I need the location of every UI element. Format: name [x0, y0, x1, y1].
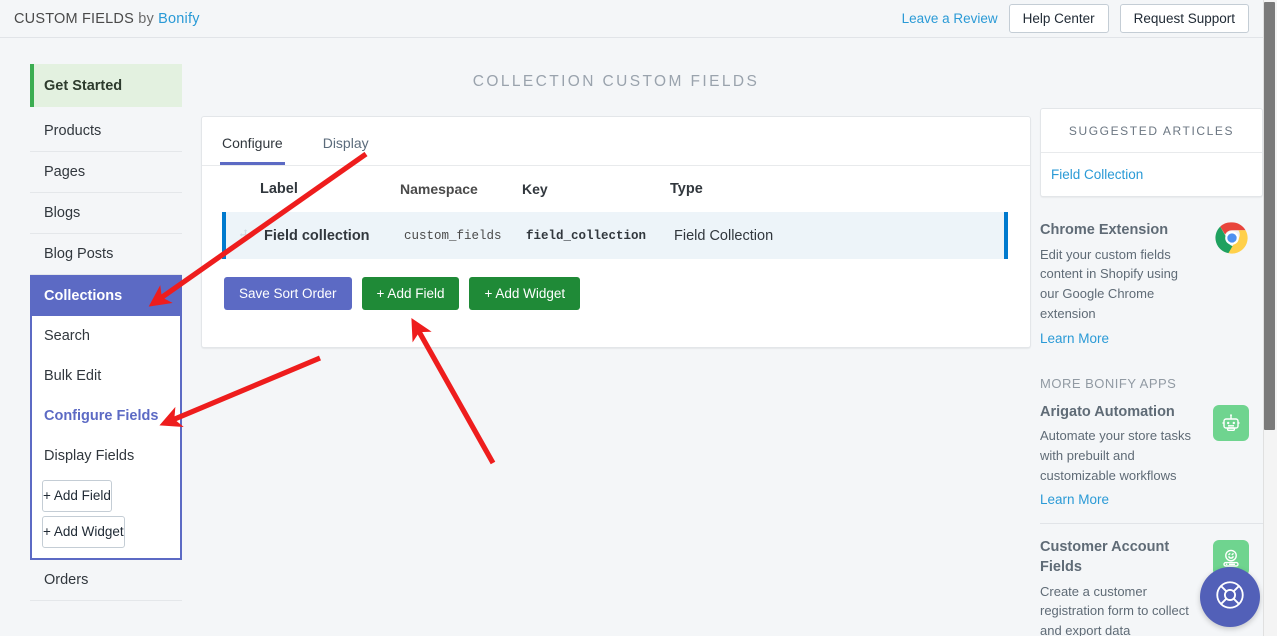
- add-field-button[interactable]: + Add Field: [361, 277, 460, 310]
- cell-namespace: custom_fields: [404, 228, 502, 243]
- sidebar-subitem-label: Display Fields: [44, 448, 135, 464]
- help-support-button[interactable]: [1200, 567, 1260, 627]
- sidebar-item-label: Blog Posts: [44, 246, 114, 262]
- sidebar-item-get-started[interactable]: Get Started: [30, 64, 182, 107]
- arigato-promo-description: Automate your store tasks with prebuilt …: [1040, 428, 1192, 483]
- fields-card: Configure Display Label Namespace Key Ty…: [201, 116, 1031, 348]
- fields-table: Label Namespace Key Type Field collectio…: [202, 166, 1030, 310]
- suggested-article-link[interactable]: Field Collection: [1041, 153, 1262, 196]
- rail-divider: [1040, 523, 1263, 525]
- sidebar-item-label: Get Started: [44, 77, 123, 94]
- chrome-promo-description: Edit your custom fields content in Shopi…: [1040, 246, 1179, 321]
- sidebar-add-field-button[interactable]: + Add Field: [42, 480, 112, 512]
- column-header-key: Key: [522, 181, 548, 197]
- drag-handle-icon[interactable]: [226, 228, 264, 243]
- request-support-button[interactable]: Request Support: [1119, 4, 1249, 33]
- arigato-automation-promo: Arigato Automation Automate your store t…: [1040, 403, 1263, 525]
- card-tabs: Configure Display: [202, 117, 1030, 166]
- top-bar: CUSTOM FIELDS by Bonify Leave a Review H…: [0, 0, 1263, 38]
- tab-configure[interactable]: Configure: [220, 129, 285, 165]
- collections-submenu: Search Bulk Edit Configure Fields Displa…: [30, 316, 182, 560]
- brand-link[interactable]: Bonify: [158, 11, 200, 27]
- sidebar-subitem-display-fields[interactable]: Display Fields: [32, 436, 180, 476]
- add-widget-button[interactable]: + Add Widget: [469, 277, 581, 310]
- table-header-row: Label Namespace Key Type: [202, 166, 1030, 212]
- arigato-learn-more-link[interactable]: Learn More: [1040, 492, 1109, 507]
- sidebar-subitem-label: Bulk Edit: [44, 368, 102, 384]
- vertical-scrollbar-thumb[interactable]: [1264, 2, 1275, 430]
- life-ring-icon: [1213, 578, 1247, 617]
- sidebar-subitem-label: Search: [44, 328, 90, 344]
- save-sort-order-button[interactable]: Save Sort Order: [224, 277, 352, 310]
- sidebar-subitem-search[interactable]: Search: [32, 316, 180, 356]
- table-actions: Save Sort Order + Add Field + Add Widget: [202, 259, 1030, 310]
- sidebar-subitem-label: Configure Fields: [44, 408, 159, 424]
- page-title: COLLECTION CUSTOM FIELDS: [472, 73, 760, 90]
- sidebar-item-orders[interactable]: Orders: [30, 560, 182, 601]
- sidebar-item-label: Products: [44, 123, 102, 139]
- sidebar-item-label: Blogs: [44, 205, 81, 221]
- leave-a-review-link[interactable]: Leave a Review: [902, 11, 998, 26]
- chrome-learn-more-link[interactable]: Learn More: [1040, 331, 1109, 346]
- sidebar-item-label: Orders: [44, 572, 89, 588]
- help-center-button[interactable]: Help Center: [1008, 4, 1109, 33]
- chrome-icon: [1215, 221, 1249, 255]
- app-name: CUSTOM FIELDS: [14, 10, 134, 27]
- suggested-articles-heading: SUGGESTED ARTICLES: [1041, 109, 1262, 153]
- arigato-promo-title: Arigato Automation: [1040, 403, 1175, 420]
- column-header-label: Label: [260, 181, 298, 197]
- brand-title: CUSTOM FIELDS by Bonify: [14, 11, 200, 27]
- robot-icon: [1213, 404, 1249, 441]
- right-sidebar: SUGGESTED ARTICLES Field Collection Chro…: [1040, 38, 1263, 636]
- customer-account-promo-title: Customer Account Fields: [1040, 539, 1170, 575]
- customer-account-promo-description: Create a customer registration form to c…: [1040, 583, 1189, 636]
- left-sidebar: Get Started Products Pages Blogs Blog Po…: [0, 38, 196, 636]
- sidebar-subitem-configure-fields[interactable]: Configure Fields: [32, 396, 180, 436]
- sidebar-item-blogs[interactable]: Blogs: [30, 193, 182, 234]
- suggested-articles-card: SUGGESTED ARTICLES Field Collection: [1040, 108, 1263, 197]
- by-label: by: [138, 10, 154, 27]
- table-row[interactable]: Field collection custom_fields field_col…: [222, 212, 1008, 259]
- sidebar-item-collections[interactable]: Collections: [30, 275, 182, 316]
- tab-label: Configure: [222, 135, 283, 151]
- chrome-extension-promo: Chrome Extension Edit your custom fields…: [1040, 221, 1263, 348]
- sidebar-item-label: Pages: [44, 164, 86, 180]
- more-apps-heading: MORE BONIFY APPS: [1040, 375, 1177, 391]
- cell-label: Field collection: [264, 227, 370, 244]
- sidebar-item-pages[interactable]: Pages: [30, 152, 182, 193]
- sidebar-item-blog-posts[interactable]: Blog Posts: [30, 234, 182, 275]
- sidebar-add-widget-button[interactable]: + Add Widget: [42, 516, 125, 548]
- column-header-type: Type: [670, 181, 703, 197]
- column-header-namespace: Namespace: [400, 181, 478, 197]
- cell-key: field_collection: [526, 228, 647, 243]
- app-root: CUSTOM FIELDS by Bonify Leave a Review H…: [0, 0, 1277, 636]
- sidebar-item-label: Collections: [44, 287, 123, 304]
- main-content: COLLECTION CUSTOM FIELDS Configure Displ…: [196, 38, 1036, 636]
- tab-display[interactable]: Display: [321, 129, 371, 165]
- cell-type: Field Collection: [674, 227, 774, 244]
- sidebar-item-products[interactable]: Products: [30, 111, 182, 152]
- sidebar-subitem-bulk-edit[interactable]: Bulk Edit: [32, 356, 180, 396]
- chrome-promo-title: Chrome Extension: [1040, 222, 1169, 238]
- tab-label: Display: [322, 135, 369, 151]
- top-bar-actions: Leave a Review Help Center Request Suppo…: [902, 4, 1249, 33]
